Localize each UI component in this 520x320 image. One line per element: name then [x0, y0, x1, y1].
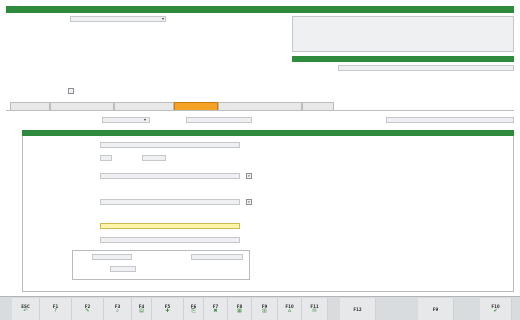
code-field[interactable]	[100, 155, 112, 161]
fkey-f9-alt-button[interactable]: F9	[418, 298, 454, 320]
fkey-f7-button[interactable]: F7 ✖	[204, 298, 228, 320]
fkey-f4-button[interactable]: F4 ▤	[132, 298, 152, 320]
edit-icon: ✎	[85, 308, 90, 314]
fkey-f2-button[interactable]: F2 ✎	[72, 298, 104, 320]
chevron-down-icon[interactable]: ▾	[162, 16, 164, 21]
tab-5[interactable]	[218, 102, 302, 110]
checkmark-icon: ✔	[493, 308, 498, 314]
delete-icon: ✖	[213, 308, 218, 314]
ville-service-search-icon[interactable]: ⌕	[246, 199, 252, 205]
notes-field[interactable]	[386, 117, 514, 123]
tab-3[interactable]	[114, 102, 174, 110]
fkey-f10-button[interactable]: F10 ⌂	[278, 298, 302, 320]
responsable-section-title	[292, 56, 514, 62]
validate-button[interactable]: F10 ✔	[480, 298, 512, 320]
port-field[interactable]	[110, 266, 136, 272]
tab-divider	[6, 110, 514, 111]
mail-icon: ✉	[312, 308, 317, 314]
ville-service-field[interactable]	[100, 199, 240, 205]
tab-2[interactable]	[50, 102, 114, 110]
fkey-f12-button[interactable]: F12	[340, 298, 376, 320]
responsable-name-field[interactable]	[338, 65, 514, 71]
numero-field[interactable]	[100, 223, 240, 229]
prescripteur-section-title	[6, 6, 514, 13]
mdp-field[interactable]	[191, 254, 243, 260]
back-icon: ↶	[23, 308, 28, 314]
fkey-esc-button[interactable]: ESC ↶	[12, 298, 40, 320]
comment-textarea[interactable]	[292, 16, 514, 52]
help-icon: ?	[54, 308, 57, 314]
fkey-f8-button[interactable]: F8 ▦	[228, 298, 252, 320]
list-icon: ▤	[139, 308, 144, 314]
home-icon: ⌂	[287, 308, 292, 314]
fkey-f1-button[interactable]: F1 ?	[40, 298, 72, 320]
tab-6[interactable]	[302, 102, 334, 110]
fkey-f11-button[interactable]: F11 ✉	[302, 298, 328, 320]
fkey-f5-button[interactable]: F5 ✚	[152, 298, 184, 320]
par-field[interactable]	[186, 117, 252, 123]
copy-icon: ⎘	[191, 308, 196, 314]
chevron-down-icon[interactable]: ▾	[144, 117, 146, 122]
login-field[interactable]	[92, 254, 132, 260]
grid-icon: ▦	[237, 308, 242, 314]
tab-4[interactable]	[174, 102, 218, 110]
type-select[interactable]	[70, 16, 166, 22]
fkey-f3-button[interactable]: F3 ⌕	[104, 298, 132, 320]
identifiant-reprise-field[interactable]	[100, 237, 240, 243]
search-icon: ⌕	[116, 308, 119, 314]
ville-principale-field[interactable]	[100, 173, 240, 179]
code-extra-field[interactable]	[142, 155, 166, 161]
prescripteur-bloque-checkbox[interactable]	[68, 88, 74, 94]
ville-principale-search-icon[interactable]: ⌕	[246, 173, 252, 179]
reprise-section-title	[22, 130, 514, 136]
tab-1[interactable]	[10, 102, 50, 110]
mode-select[interactable]	[102, 117, 150, 123]
fkey-f6-button[interactable]: F6 ⎘	[184, 298, 204, 320]
add-icon: ✚	[165, 308, 170, 314]
fkey-f9-button[interactable]: F9 ▥	[252, 298, 278, 320]
table-icon: ▥	[262, 308, 267, 314]
reference-field[interactable]	[100, 142, 240, 148]
